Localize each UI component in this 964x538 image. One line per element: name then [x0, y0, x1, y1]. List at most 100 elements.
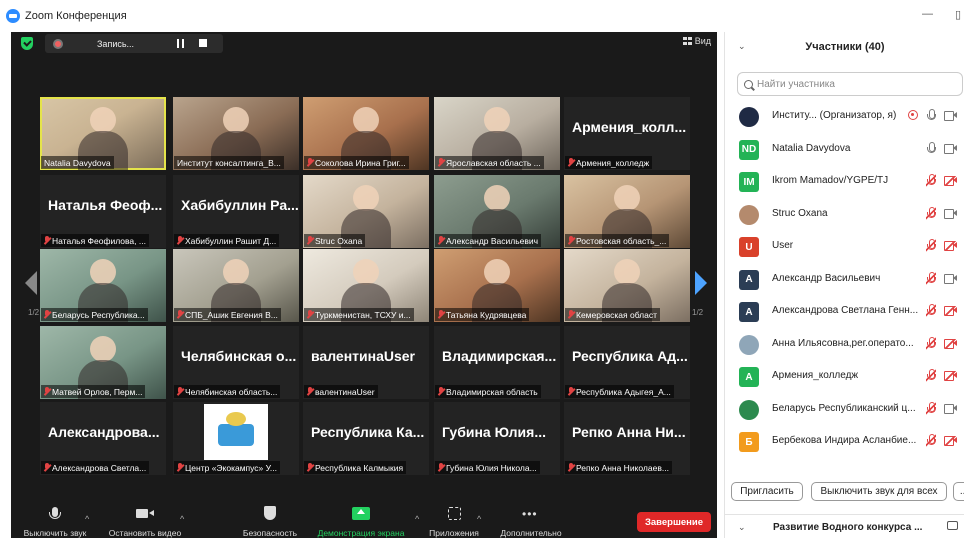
view-button[interactable]: Вид: [682, 36, 711, 46]
invite-button[interactable]: Пригласить: [731, 482, 803, 501]
apps-options-chevron-icon[interactable]: ^: [477, 514, 481, 524]
video-options-chevron-icon[interactable]: ^: [180, 514, 184, 524]
stop-video-button[interactable]: Остановить видео: [103, 502, 187, 538]
video-off-icon[interactable]: [944, 338, 957, 349]
participant-row[interactable]: A Александр Васильевич: [725, 263, 964, 295]
video-tile[interactable]: Владимирская... Владимирская область: [434, 326, 560, 399]
video-tile[interactable]: Ярославская область ...: [434, 97, 560, 170]
video-camera-icon[interactable]: [944, 273, 957, 284]
video-tile[interactable]: Туркменистан, ТСХУ и...: [303, 249, 429, 322]
participant-video-feed: [223, 259, 249, 285]
microphone-icon[interactable]: [926, 141, 936, 155]
video-tile[interactable]: СПБ_Ашик Евгения В...: [173, 249, 299, 322]
video-camera-icon[interactable]: [944, 143, 957, 154]
muted-microphone-icon[interactable]: [926, 401, 936, 415]
next-page-arrow-icon[interactable]: [695, 271, 707, 295]
chat-collapse-chevron-icon[interactable]: ⌄: [738, 522, 746, 533]
share-screen-button[interactable]: Демонстрация экрана: [313, 502, 409, 538]
more-dots-icon: •••: [522, 507, 538, 521]
video-tile[interactable]: Кемеровская област: [564, 249, 690, 322]
recording-label: Запись...: [97, 38, 135, 49]
apps-button[interactable]: Приложения: [423, 502, 485, 538]
muted-microphone-icon[interactable]: [926, 434, 936, 447]
previous-page-arrow-icon[interactable]: [25, 271, 37, 295]
participant-row[interactable]: Беларусь Республиканский ц...: [725, 393, 964, 425]
participant-row[interactable]: IM Ikrom Mamadov/YGPE/TJ: [725, 165, 964, 197]
chat-bubble-icon[interactable]: [947, 521, 958, 530]
video-tile[interactable]: Соколова Ирина Григ...: [303, 97, 429, 170]
muted-microphone-icon[interactable]: [926, 336, 936, 350]
maximize-button[interactable]: ▯: [955, 8, 961, 21]
participant-video-feed: [614, 259, 640, 285]
video-tile[interactable]: Республика Ка... Республика Калмыкия: [303, 402, 429, 475]
microphone-icon[interactable]: [926, 109, 936, 122]
participant-search-input[interactable]: [757, 78, 957, 90]
participant-row[interactable]: Институ... (Организатор, я): [725, 100, 964, 132]
video-tile[interactable]: Ростовская область_...: [564, 175, 690, 248]
tile-caption-text: Соколова Ирина Григ...: [315, 157, 406, 168]
tile-caption: Институт консалтинга_В...: [174, 156, 284, 169]
more-button[interactable]: ••• Дополнительно: [495, 502, 567, 538]
muted-microphone-icon[interactable]: [926, 239, 936, 252]
video-off-icon[interactable]: [944, 306, 957, 316]
video-tile[interactable]: Институт консалтинга_В...: [173, 97, 299, 170]
participant-row[interactable]: ND Natalia Davydova: [725, 133, 964, 165]
tile-caption: Хабибуллин Рашит Д...: [174, 234, 280, 247]
tile-display-name: Репко Анна Ни...: [572, 424, 686, 440]
share-options-chevron-icon[interactable]: ^: [415, 514, 419, 524]
pause-recording-button[interactable]: [177, 39, 184, 48]
video-camera-icon[interactable]: [944, 111, 957, 121]
muted-microphone-icon[interactable]: [926, 174, 936, 187]
security-button[interactable]: Безопасность: [237, 502, 303, 538]
video-tile[interactable]: Репко Анна Ни... Репко Анна Николаев...: [564, 402, 690, 475]
video-tile[interactable]: валентинаUser валентинаUser: [303, 326, 429, 399]
tile-display-name: Наталья Феоф...: [48, 197, 163, 213]
more-options-button[interactable]: ...: [953, 482, 964, 501]
minimize-button[interactable]: —: [922, 8, 933, 20]
muted-microphone-icon[interactable]: [926, 304, 936, 317]
end-meeting-button[interactable]: Завершение: [637, 512, 711, 532]
video-tile[interactable]: Республика Ад... Республика Адыгея_А...: [564, 326, 690, 399]
audio-options-chevron-icon[interactable]: ^: [85, 514, 89, 524]
participant-row[interactable]: Б Бербекова Индира Асланбие...: [725, 425, 964, 457]
mute-all-button[interactable]: Выключить звук для всех: [811, 482, 947, 501]
video-tile[interactable]: Natalia Davydova: [40, 97, 166, 170]
video-off-icon[interactable]: [944, 436, 957, 446]
video-off-icon[interactable]: [944, 371, 957, 381]
video-tile[interactable]: Хабибуллин Ра... Хабибуллин Рашит Д...: [173, 175, 299, 248]
video-tile[interactable]: Центр «Экокампус» У...: [173, 402, 299, 475]
meeting-top-bar: Запись... Вид: [11, 32, 717, 54]
video-tile[interactable]: Армения_колл... Армения_колледж: [564, 97, 690, 170]
video-off-icon[interactable]: [944, 176, 957, 186]
video-tile[interactable]: Матвей Орлов, Перм...: [40, 326, 166, 399]
participant-row[interactable]: A Александрова Светлана Генн...: [725, 295, 964, 327]
video-tile[interactable]: Беларусь Республика...: [40, 249, 166, 322]
video-tile[interactable]: Struc Oxana: [303, 175, 429, 248]
video-camera-icon[interactable]: [944, 403, 957, 414]
muted-microphone-icon: [568, 387, 574, 396]
stop-recording-button[interactable]: [199, 39, 207, 47]
muted-microphone-icon[interactable]: [926, 206, 936, 220]
muted-microphone-icon[interactable]: [926, 369, 936, 382]
avatar: U: [739, 237, 759, 257]
video-tile[interactable]: Челябинская о... Челябинская область...: [173, 326, 299, 399]
participant-video-feed: [353, 185, 379, 211]
video-tile[interactable]: Александрова... Александрова Светла...: [40, 402, 166, 475]
muted-microphone-icon[interactable]: [926, 271, 936, 285]
mute-button[interactable]: Выключить звук: [17, 502, 93, 538]
participant-row[interactable]: U User: [725, 230, 964, 262]
video-tile[interactable]: Александр Васильевич: [434, 175, 560, 248]
tile-caption-text: Татьяна Кудрявцева: [446, 309, 527, 320]
video-tile[interactable]: Татьяна Кудрявцева: [434, 249, 560, 322]
video-off-icon[interactable]: [944, 241, 957, 251]
tile-display-name: Армения_колл...: [572, 119, 687, 135]
participant-row[interactable]: Struc Oxana: [725, 198, 964, 230]
tile-caption: Владимирская область: [435, 385, 541, 398]
participant-row[interactable]: Анна Ильясовна,рег.операто...: [725, 328, 964, 360]
video-camera-icon[interactable]: [944, 208, 957, 219]
encryption-shield-icon[interactable]: [21, 37, 33, 50]
video-tile[interactable]: Наталья Феоф... Наталья Феофилова, ...: [40, 175, 166, 248]
muted-microphone-icon: [568, 310, 574, 319]
participant-row[interactable]: A Армения_колледж: [725, 360, 964, 392]
video-tile[interactable]: Губина Юлия... Губина Юлия Никола...: [434, 402, 560, 475]
